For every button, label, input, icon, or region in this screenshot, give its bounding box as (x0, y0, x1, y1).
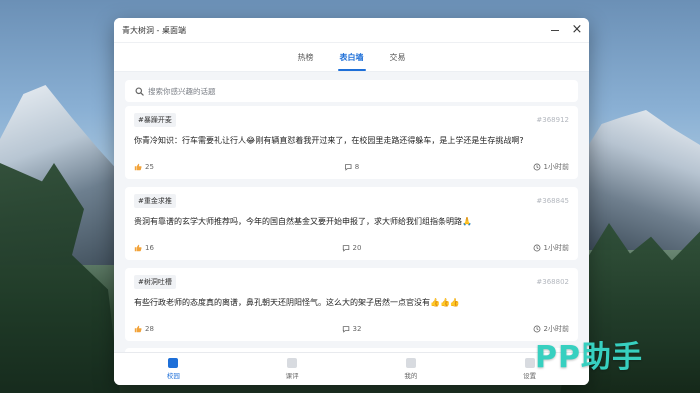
clock-icon (533, 163, 540, 171)
nav-item-me[interactable]: 我的 (381, 358, 441, 380)
post-card[interactable]: #重金求推 #368845 贵洞有靠谱的玄学大师推荐吗，今年的国自然基金又要开始… (125, 187, 578, 260)
post-time: 1小时前 (533, 162, 569, 172)
time-text: 1小时前 (543, 163, 569, 171)
tab-hot[interactable]: 热榜 (296, 52, 316, 71)
post-id: #368912 (536, 116, 569, 124)
time-text: 1小时前 (543, 244, 569, 252)
post-feed: #暴躁开麦 #368912 你青冷知识：行车需要礼让行人😂刚有辆直怼着我开过来了… (125, 106, 578, 349)
comment-button[interactable]: 20 (342, 244, 362, 252)
post-id: #368845 (536, 197, 569, 205)
post-card[interactable]: #暴躁开麦 #368912 你青冷知识：行车需要礼让行人😂刚有辆直怼着我开过来了… (125, 106, 578, 179)
post-content: 你青冷知识：行车需要礼让行人😂刚有辆直怼着我开过来了，在校园里走路还得躲车，是上… (134, 136, 524, 145)
post-content: 贵洞有靠谱的玄学大师推荐吗，今年的国自然基金又要开始申报了，求大师给我们组指条明… (134, 217, 472, 226)
nav-label: 校园 (166, 372, 180, 380)
close-icon[interactable] (571, 24, 583, 36)
post-card[interactable]: #树洞吐槽 #368802 有些行政老师的态度真的离谱，鼻孔朝天还阴阳怪气。这么… (125, 268, 578, 341)
like-button[interactable]: 16 (134, 244, 154, 252)
app-window: 青大树洞 - 桌面端 热榜 表白墙 交易 搜索你感兴趣的话题 #暴躁开麦 #36… (114, 18, 589, 385)
post-id: #368802 (536, 278, 569, 286)
comment-button[interactable]: 32 (342, 325, 362, 333)
campus-icon (168, 358, 179, 368)
window-controls (549, 18, 583, 42)
post-time: 1小时前 (533, 243, 569, 253)
window-title: 青大树洞 - 桌面端 (122, 25, 186, 35)
top-tabs: 热榜 表白墙 交易 (114, 43, 589, 72)
watermark-logo: PP助手 (535, 340, 643, 375)
background-mountain-right (580, 110, 700, 250)
comment-count: 8 (354, 163, 360, 171)
nav-item-campus[interactable]: 校园 (143, 358, 203, 380)
like-count: 16 (145, 244, 154, 252)
search-placeholder: 搜索你感兴趣的话题 (148, 86, 216, 96)
search-input[interactable]: 搜索你感兴趣的话题 (125, 80, 578, 102)
nav-item-course-review[interactable]: 课评 (262, 358, 322, 380)
like-button[interactable]: 28 (134, 325, 154, 333)
like-count: 25 (145, 163, 154, 171)
like-count: 28 (145, 325, 154, 333)
thumbs-up-icon (134, 244, 142, 252)
comment-icon (342, 245, 349, 252)
nav-label: 我的 (404, 372, 418, 380)
tab-trade[interactable]: 交易 (388, 52, 408, 71)
thumbs-up-icon (134, 163, 142, 171)
post-tag[interactable]: #重金求推 (134, 194, 176, 208)
profile-icon (405, 358, 416, 368)
comment-count: 32 (352, 325, 362, 333)
course-review-icon (287, 358, 298, 368)
comment-icon (342, 326, 349, 333)
comment-count: 20 (352, 244, 362, 252)
like-button[interactable]: 25 (134, 163, 154, 171)
comment-button[interactable]: 8 (344, 163, 359, 171)
nav-label: 课评 (285, 372, 299, 380)
post-content: 有些行政老师的态度真的离谱，鼻孔朝天还阴阳怪气。这么大的架子居然一点官没有👍👍👍 (134, 298, 460, 307)
post-tag[interactable]: #暴躁开麦 (134, 113, 176, 127)
title-bar: 青大树洞 - 桌面端 (114, 18, 589, 43)
bottom-nav: 校园 课评 我的 设置 (114, 352, 589, 385)
search-icon (135, 86, 144, 96)
comment-icon (344, 164, 351, 171)
tab-confession-wall[interactable]: 表白墙 (337, 52, 366, 71)
post-tag[interactable]: #树洞吐槽 (134, 275, 176, 289)
minimize-icon[interactable] (549, 24, 561, 36)
thumbs-up-icon (134, 325, 142, 333)
clock-icon (533, 244, 540, 252)
settings-icon (524, 358, 535, 368)
